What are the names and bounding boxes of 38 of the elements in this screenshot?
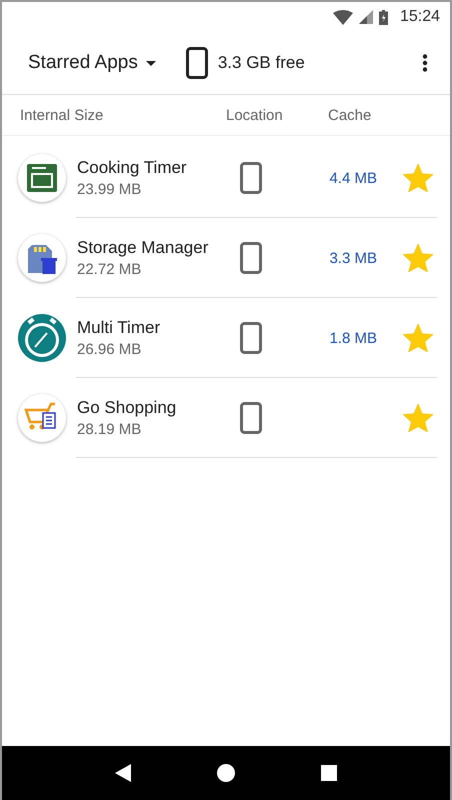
app-icon — [18, 314, 66, 362]
star-icon[interactable] — [403, 244, 433, 272]
star-icon[interactable] — [403, 164, 433, 192]
phone-icon — [240, 162, 262, 194]
app-name: Multi Timer — [77, 318, 162, 338]
back-icon[interactable] — [115, 764, 131, 782]
filter-dropdown[interactable]: Starred Apps — [28, 52, 156, 74]
app-icon — [18, 394, 66, 442]
more-options-icon[interactable] — [422, 54, 428, 72]
star-icon[interactable] — [403, 324, 433, 352]
cache-size[interactable]: 3.3 MB — [262, 250, 377, 266]
app-size: 23.99 MB — [77, 181, 142, 198]
battery-icon — [378, 10, 388, 24]
star-icon[interactable] — [403, 404, 433, 432]
column-header: Cache — [328, 106, 372, 124]
column-header: Internal Size — [20, 106, 104, 124]
app-icon — [18, 234, 66, 282]
phone-icon — [186, 47, 208, 79]
app-size: 28.19 MB — [77, 421, 142, 438]
app-name: Go Shopping — [77, 398, 178, 418]
cache-size[interactable]: 1.8 MB — [262, 330, 377, 346]
wifi-icon — [332, 10, 353, 24]
app-name: Storage Manager — [77, 238, 210, 258]
app-icon — [18, 154, 66, 202]
phone-icon — [240, 242, 262, 274]
cache-size[interactable]: 4.4 MB — [262, 170, 377, 186]
storage-free-text: 3.3 GB free — [218, 53, 305, 73]
recents-icon[interactable] — [321, 765, 337, 781]
dropdown-caret-icon — [146, 60, 156, 66]
home-icon[interactable] — [217, 764, 235, 782]
phone-icon — [240, 322, 262, 354]
status-time: 15:24 — [400, 8, 440, 26]
column-header: Location — [226, 106, 284, 124]
phone-icon — [240, 402, 262, 434]
app-size: 26.96 MB — [77, 341, 142, 358]
signal-icon — [358, 10, 373, 24]
app-size: 22.72 MB — [77, 261, 142, 278]
app-name: Cooking Timer — [77, 158, 188, 178]
